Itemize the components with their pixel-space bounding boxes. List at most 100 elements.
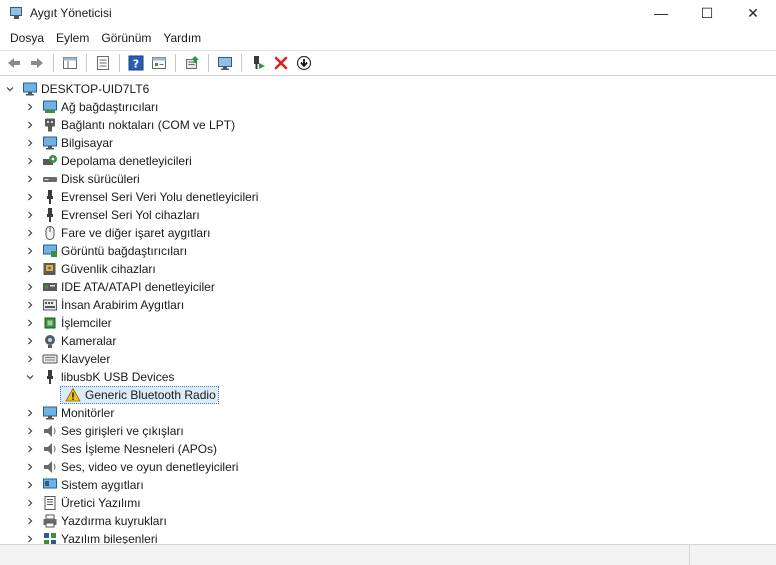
tree-category-depolama-denetleyicileri[interactable]: Depolama denetleyicileri [24, 152, 192, 170]
tree-category-label: Yazdırma kuyrukları [61, 514, 167, 528]
computer-icon [42, 135, 58, 151]
tree-category-fare-ve-diger-isaret-aygitlari[interactable]: Fare ve diğer işaret aygıtları [24, 224, 210, 242]
tree-category-label: Evrensel Seri Yol cihazları [61, 208, 200, 222]
speaker-icon [42, 441, 58, 457]
chevron-right-icon[interactable] [24, 224, 36, 242]
chevron-right-icon[interactable] [24, 188, 36, 206]
chevron-right-icon[interactable] [24, 278, 36, 296]
processor-icon [42, 315, 58, 331]
chevron-right-icon[interactable] [24, 494, 36, 512]
tree-category-label: Evrensel Seri Veri Yolu denetleyicileri [61, 190, 259, 204]
tree-category-ide-ata-atapi-denetleyiciler[interactable]: IDE ATA/ATAPI denetleyiciler [24, 278, 215, 296]
chevron-right-icon[interactable] [24, 314, 36, 332]
monitor-icon [42, 405, 58, 421]
tree-category-evrensel-seri-yol-cihazlari[interactable]: Evrensel Seri Yol cihazları [24, 206, 200, 224]
minimize-button[interactable]: — [638, 0, 684, 26]
tree-category-kameralar[interactable]: Kameralar [24, 332, 116, 350]
chevron-right-icon[interactable] [24, 260, 36, 278]
properties-grid-icon[interactable] [60, 53, 80, 73]
status-cell-main [0, 545, 690, 565]
uninstall-icon[interactable] [271, 53, 291, 73]
tree-category-label: Disk sürücüleri [61, 172, 140, 186]
chevron-right-icon[interactable] [24, 98, 36, 116]
tree-category-yazilim-bilesenleri[interactable]: Yazılım bileşenleri [24, 530, 157, 544]
usb-device-icon [42, 369, 58, 385]
menu-gorunum[interactable]: Görünüm [95, 31, 157, 45]
tree-category-i-slemciler[interactable]: İşlemciler [24, 314, 112, 332]
list-view-icon[interactable] [93, 53, 113, 73]
tree-category-ag-bagdastiricilari[interactable]: Ağ bağdaştırıcıları [24, 98, 158, 116]
maximize-button[interactable]: ☐ [684, 0, 730, 26]
toolbar-separator [208, 54, 209, 72]
computer-icon [22, 81, 38, 97]
chevron-right-icon[interactable] [24, 530, 36, 544]
usb-device-icon [42, 207, 58, 223]
tree-category-evrensel-seri-veri-yolu-denetleyicileri[interactable]: Evrensel Seri Veri Yolu denetleyicileri [24, 188, 258, 206]
tree-category-guvenlik-cihazlari[interactable]: Güvenlik cihazları [24, 260, 156, 278]
chevron-right-icon[interactable] [24, 404, 36, 422]
chevron-right-icon[interactable] [24, 116, 36, 134]
chevron-right-icon[interactable] [24, 152, 36, 170]
chevron-right-icon[interactable] [24, 296, 36, 314]
close-button[interactable]: ✕ [730, 0, 776, 26]
chevron-right-icon[interactable] [24, 512, 36, 530]
chevron-right-icon[interactable] [24, 170, 36, 188]
help-icon[interactable]: ? [126, 53, 146, 73]
forward-icon[interactable] [27, 53, 47, 73]
tree-category-ses-video-ve-oyun-denetleyicileri[interactable]: Ses, video ve oyun denetleyicileri [24, 458, 238, 476]
tree-category-goruntu-bagdastiricilari[interactable]: Görüntü bağdaştırıcıları [24, 242, 187, 260]
status-bar [0, 544, 776, 565]
toolbar-separator [53, 54, 54, 72]
back-icon[interactable] [4, 53, 24, 73]
chevron-right-icon[interactable] [24, 206, 36, 224]
camera-icon [42, 333, 58, 349]
enable-device-icon[interactable] [248, 53, 268, 73]
disable-device-icon[interactable] [294, 53, 314, 73]
tree-category-label: Yazılım bileşenleri [61, 532, 158, 544]
tree-category-ses-girisleri-ve-cikislari[interactable]: Ses girişleri ve çıkışları [24, 422, 184, 440]
tree-category-ses-i-sleme-nesneleri-apos[interactable]: Ses İşleme Nesneleri (APOs) [24, 440, 217, 458]
tree-category-libusbk-usb-devices[interactable]: libusbK USB Devices [24, 368, 174, 386]
tree-device-generic-bluetooth-radio[interactable]: Generic Bluetooth Radio [60, 386, 219, 404]
storage-controller-icon [42, 153, 58, 169]
update-driver-icon[interactable] [182, 53, 202, 73]
chevron-right-icon[interactable] [24, 134, 36, 152]
tree-category-klavyeler[interactable]: Klavyeler [24, 350, 110, 368]
software-component-icon [42, 531, 58, 544]
tree-category-label: Klavyeler [61, 352, 111, 366]
menu-dosya[interactable]: Dosya [4, 31, 50, 45]
device-manager-icon [10, 6, 24, 20]
tree-category-monitorler[interactable]: Monitörler [24, 404, 114, 422]
tree-category-uretici-yazilimi[interactable]: Üretici Yazılımı [24, 494, 141, 512]
chevron-right-icon[interactable] [24, 242, 36, 260]
details-view-icon[interactable] [149, 53, 169, 73]
chevron-right-icon[interactable] [24, 332, 36, 350]
chevron-right-icon[interactable] [24, 422, 36, 440]
system-device-icon [42, 477, 58, 493]
menu-eylem[interactable]: Eylem [50, 31, 95, 45]
printer-icon [42, 513, 58, 529]
keyboard-icon [42, 351, 58, 367]
selected-device-highlight[interactable]: Generic Bluetooth Radio [60, 386, 219, 404]
scan-hardware-icon[interactable] [215, 53, 235, 73]
chevron-right-icon[interactable] [24, 350, 36, 368]
tree-category-label: İşlemciler [61, 316, 112, 330]
toolbar: ? [0, 50, 776, 76]
status-cell-secondary [690, 545, 776, 565]
tree-category-yazdirma-kuyruklari[interactable]: Yazdırma kuyrukları [24, 512, 167, 530]
device-tree[interactable]: DESKTOP-UID7LT6 Ağ bağdaştırıcıları Bağla… [0, 78, 776, 544]
menu-yardim[interactable]: Yardım [157, 31, 207, 45]
menu-bar: Dosya Eylem Görünüm Yardım [0, 27, 776, 49]
chevron-right-icon[interactable] [24, 476, 36, 494]
chevron-down-icon[interactable] [24, 368, 36, 386]
tree-category-disk-suruculeri[interactable]: Disk sürücüleri [24, 170, 140, 188]
tree-category-baglanti-noktalari-com-ve-lpt[interactable]: Bağlantı noktaları (COM ve LPT) [24, 116, 235, 134]
tree-category-i-nsan-arabirim-aygitlari[interactable]: İnsan Arabirim Aygıtları [24, 296, 184, 314]
chevron-down-icon[interactable] [4, 80, 16, 98]
tree-category-bilgisayar[interactable]: Bilgisayar [24, 134, 113, 152]
tree-category-label: Görüntü bağdaştırıcıları [61, 244, 188, 258]
tree-root[interactable]: DESKTOP-UID7LT6 [4, 80, 149, 98]
chevron-right-icon[interactable] [24, 440, 36, 458]
tree-category-sistem-aygitlari[interactable]: Sistem aygıtları [24, 476, 144, 494]
chevron-right-icon[interactable] [24, 458, 36, 476]
